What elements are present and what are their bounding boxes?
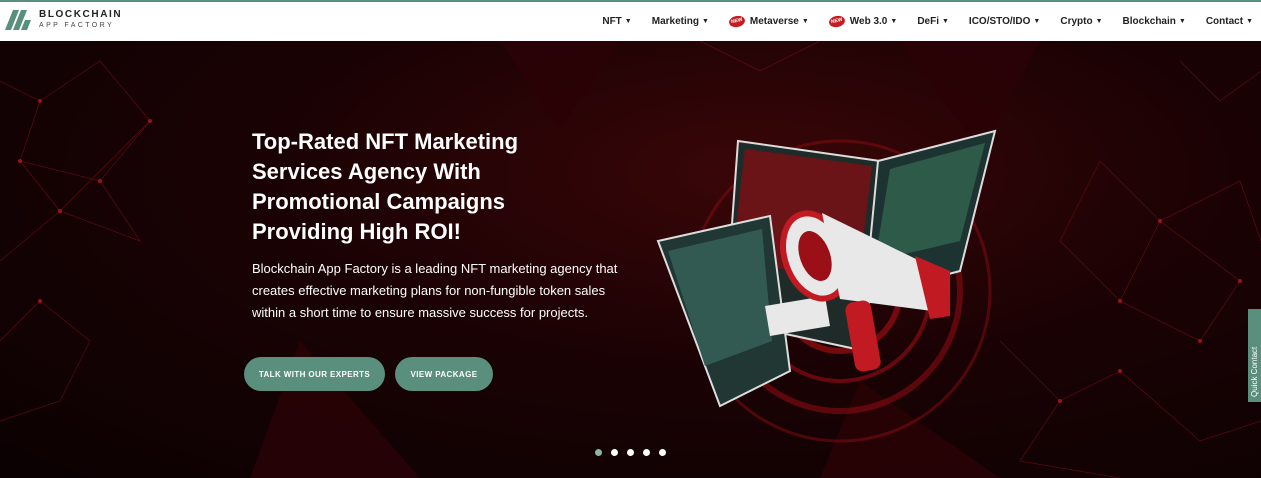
logo-mark-icon [3, 6, 33, 32]
caret-down-icon: ▼ [941, 18, 949, 25]
hero-title: Top-Rated NFT Marketing Services Agency … [252, 129, 519, 244]
caret-down-icon: ▼ [1246, 18, 1253, 25]
nav-label: Contact [1205, 16, 1244, 27]
nav-item-crypto[interactable]: Crypto ▼ [1060, 16, 1102, 27]
nav-label: Metaverse [749, 16, 799, 27]
nav-label: Web 3.0 [849, 16, 888, 27]
view-package-button[interactable]: VIEW PACKAGE [395, 357, 493, 391]
caret-down-icon: ▼ [624, 18, 632, 25]
nav-label: Crypto [1060, 16, 1093, 27]
nav-label: NFT [602, 16, 622, 27]
carousel-dot[interactable] [611, 449, 618, 456]
caret-down-icon: ▼ [890, 18, 898, 25]
caret-down-icon: ▼ [701, 18, 709, 25]
talk-with-experts-button[interactable]: TALK WITH OUR EXPERTS [244, 357, 385, 391]
carousel-indicators [595, 449, 675, 456]
caret-down-icon: ▼ [801, 18, 809, 25]
nav-item-blockchain[interactable]: Blockchain ▼ [1123, 16, 1186, 27]
nav-item-ico-sto-ido[interactable]: ICO/STO/IDO ▼ [969, 16, 1040, 27]
main-nav: NFT ▼ Marketing ▼ NEW Metaverse ▼ NEW Web 3… [582, 2, 1253, 41]
nav-label: Marketing [651, 16, 699, 27]
network-background [0, 41, 1261, 478]
nav-item-marketing[interactable]: Marketing ▼ [652, 16, 709, 27]
nav-item-metaverse[interactable]: NEW Metaverse ▼ [727, 14, 809, 29]
hero-banner: Top-Rated NFT Marketing Services Agency … [0, 41, 1261, 478]
nav-label: ICO/STO/IDO [968, 16, 1031, 27]
nav-label: Blockchain [1122, 16, 1176, 27]
caret-down-icon: ▼ [1095, 18, 1103, 25]
carousel-dot[interactable] [659, 449, 666, 456]
nav-item-nft[interactable]: NFT ▼ [602, 16, 631, 27]
carousel-dot[interactable] [627, 449, 634, 456]
quick-contact-label: Quick Contact [1250, 346, 1259, 397]
nav-item-contact[interactable]: Contact ▼ [1206, 16, 1253, 27]
nav-item-defi[interactable]: DeFi ▼ [917, 16, 949, 27]
new-badge-icon: NEW [827, 14, 846, 29]
megaphone-illustration [656, 129, 997, 443]
caret-down-icon: ▼ [1033, 18, 1041, 25]
nav-label: DeFi [917, 16, 939, 27]
site-header: BLOCKCHAIN APP FACTORY NFT ▼ Marketing ▼ N… [0, 0, 1261, 41]
nav-item-web3[interactable]: NEW Web 3.0 ▼ [827, 14, 898, 29]
logo-subtitle: APP FACTORY [39, 21, 115, 29]
site-logo[interactable]: BLOCKCHAIN APP FACTORY [3, 6, 122, 32]
carousel-dot[interactable] [595, 449, 602, 456]
new-badge-icon: NEW [727, 14, 746, 29]
quick-contact-tab[interactable]: Quick Contact [1248, 309, 1261, 402]
carousel-dot[interactable] [643, 449, 650, 456]
logo-title: BLOCKCHAIN [39, 8, 123, 20]
caret-down-icon: ▼ [1178, 18, 1186, 25]
hero-description: Blockchain App Factory is a leading NFT … [252, 261, 618, 320]
